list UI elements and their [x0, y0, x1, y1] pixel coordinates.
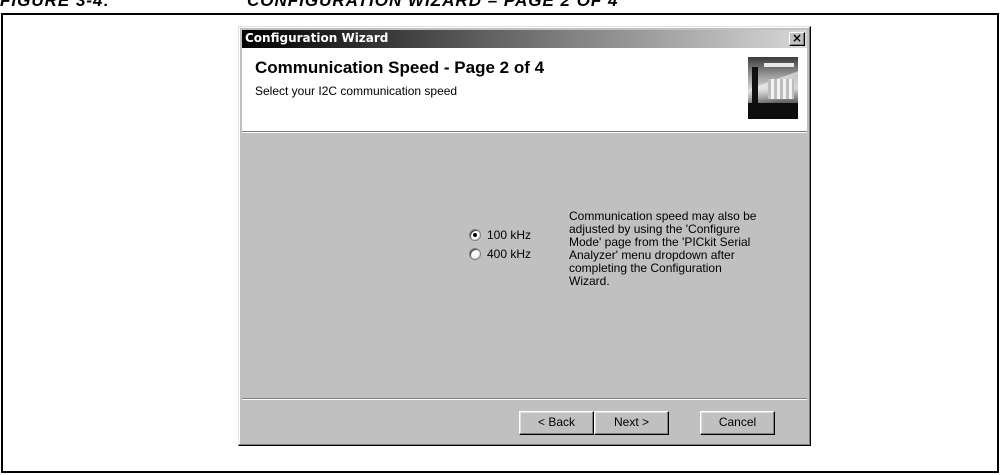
radio-button-400khz[interactable] [469, 248, 481, 260]
info-line: Wizard. [569, 274, 610, 288]
page-subtitle: Select your I2C communication speed [255, 84, 458, 98]
radio-selected-dot [473, 233, 477, 237]
configuration-wizard-dialog: Configuration Wizard × Communication Spe… [238, 26, 811, 446]
wizard-header: Communication Speed - Page 2 of 4 Select… [242, 48, 807, 132]
window-title: Configuration Wizard [245, 31, 389, 45]
next-button[interactable]: Next > [594, 411, 669, 435]
page-title: Communication Speed - Page 2 of 4 [255, 58, 545, 77]
figure-title: CONFIGURATION WIZARD – PAGE 2 OF 4 [247, 0, 619, 10]
figure-caption: FIGURE 3-4: CONFIGURATION WIZARD – PAGE … [0, 0, 1004, 11]
figure-number: FIGURE 3-4: [0, 0, 111, 10]
back-button[interactable]: < Back [519, 411, 594, 435]
title-bar[interactable]: Configuration Wizard × [242, 30, 807, 48]
close-button[interactable]: × [789, 32, 805, 46]
radio-button-100khz[interactable] [469, 229, 481, 241]
wizard-header-image [748, 57, 798, 119]
radio-label-100khz: 100 kHz [487, 228, 532, 242]
close-icon: × [791, 31, 803, 45]
radio-label-400khz: 400 kHz [487, 247, 532, 261]
cancel-button[interactable]: Cancel [700, 411, 775, 435]
info-text: Communication speed may also be adjusted… [569, 210, 784, 288]
button-separator [242, 398, 807, 400]
